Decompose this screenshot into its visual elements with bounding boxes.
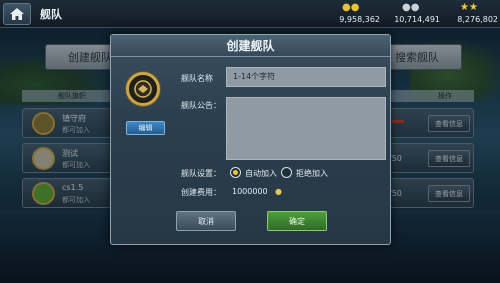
- creation-cost-label: 创建费用：: [181, 188, 221, 197]
- edit-emblem-button[interactable]: 编辑: [126, 121, 165, 135]
- dialog-title: 创建舰队: [111, 35, 390, 57]
- gold-value: 9,958,362: [339, 15, 380, 24]
- fleet-notice-input[interactable]: [226, 97, 386, 160]
- star-resource: ★★ 8,276,802: [440, 3, 498, 25]
- silver-coins-icon: ●●: [402, 2, 420, 13]
- fleet-emblem-icon[interactable]: [126, 72, 160, 106]
- fleet-notice-label: 舰队公告：: [181, 101, 221, 110]
- create-fleet-dialog: 创建舰队 编辑 舰队名称 1-14个字符 舰队公告： 舰队设置： 自动加入 拒绝…: [110, 34, 391, 245]
- silver-resource: ●● 10,714,491: [382, 3, 440, 25]
- star-value: 8,276,802: [457, 15, 498, 24]
- stars-icon: ★★: [460, 2, 478, 13]
- cancel-button[interactable]: 取消: [176, 211, 236, 231]
- home-button[interactable]: [3, 3, 31, 25]
- fleet-name-input[interactable]: 1-14个字符: [226, 67, 386, 87]
- fleet-settings-label: 舰队设置：: [181, 169, 221, 178]
- page-title: 舰队: [40, 8, 62, 21]
- creation-cost-value: 1000000: [232, 187, 268, 196]
- silver-value: 10,714,491: [394, 15, 440, 24]
- gold-resource: ●● 9,958,362: [322, 3, 380, 25]
- reject-join-label: 拒绝加入: [296, 169, 328, 178]
- confirm-button[interactable]: 确定: [267, 211, 327, 231]
- coin-icon: ●: [275, 187, 282, 196]
- home-icon: [10, 8, 24, 20]
- reject-join-radio[interactable]: [281, 167, 292, 178]
- auto-join-label: 自动加入: [245, 169, 277, 178]
- gold-coins-icon: ●●: [342, 2, 360, 13]
- top-bar: 舰队 ●● 9,958,362 ●● 10,714,491 ★★ 8,276,8…: [0, 0, 500, 28]
- auto-join-radio[interactable]: [230, 167, 241, 178]
- emblem-glyph-icon: [134, 80, 152, 98]
- fleet-name-label: 舰队名称: [181, 74, 213, 83]
